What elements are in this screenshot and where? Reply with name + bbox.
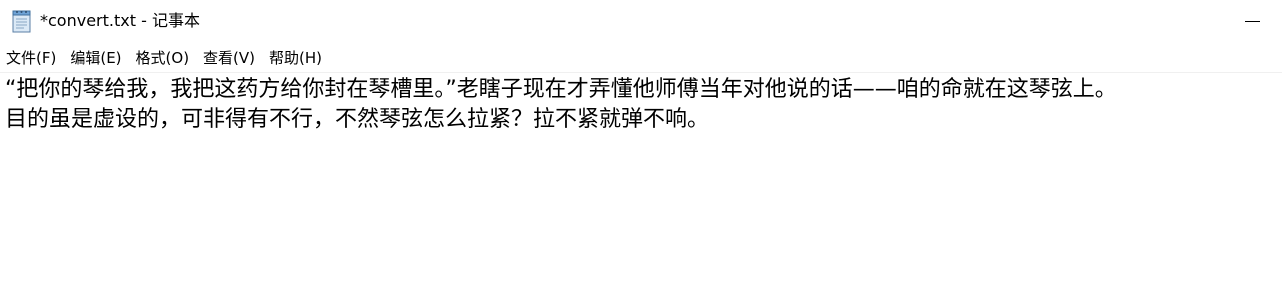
text-editor-area[interactable]: “把你的琴给我，我把这药方给你封在琴槽里。”老瞎子现在才弄懂他师傅当年对他说的话… <box>0 73 1282 301</box>
minimize-icon <box>1244 20 1260 22</box>
menu-format[interactable]: 格式(O) <box>129 45 197 71</box>
notepad-window: *convert.txt - 记事本 文件(F) 编辑(E) 格式(O) 查看(… <box>0 0 1282 301</box>
editor-line[interactable]: 目的虽是虚设的，可非得有不行，不然琴弦怎么拉紧？拉不紧就弹不响。 <box>5 105 1282 135</box>
minimize-button[interactable] <box>1222 0 1282 42</box>
menu-view[interactable]: 查看(V) <box>196 45 262 71</box>
menu-file[interactable]: 文件(F) <box>0 45 63 71</box>
menu-edit[interactable]: 编辑(E) <box>63 45 128 71</box>
window-controls <box>1222 0 1282 42</box>
menu-help[interactable]: 帮助(H) <box>262 45 329 71</box>
notepad-icon <box>11 9 33 33</box>
editor-line[interactable]: “把你的琴给我，我把这药方给你封在琴槽里。”老瞎子现在才弄懂他师傅当年对他说的话… <box>5 75 1282 105</box>
menu-bar: 文件(F) 编辑(E) 格式(O) 查看(V) 帮助(H) <box>0 44 1282 72</box>
title-bar[interactable]: *convert.txt - 记事本 <box>0 0 1282 42</box>
window-title: *convert.txt - 记事本 <box>40 11 200 30</box>
